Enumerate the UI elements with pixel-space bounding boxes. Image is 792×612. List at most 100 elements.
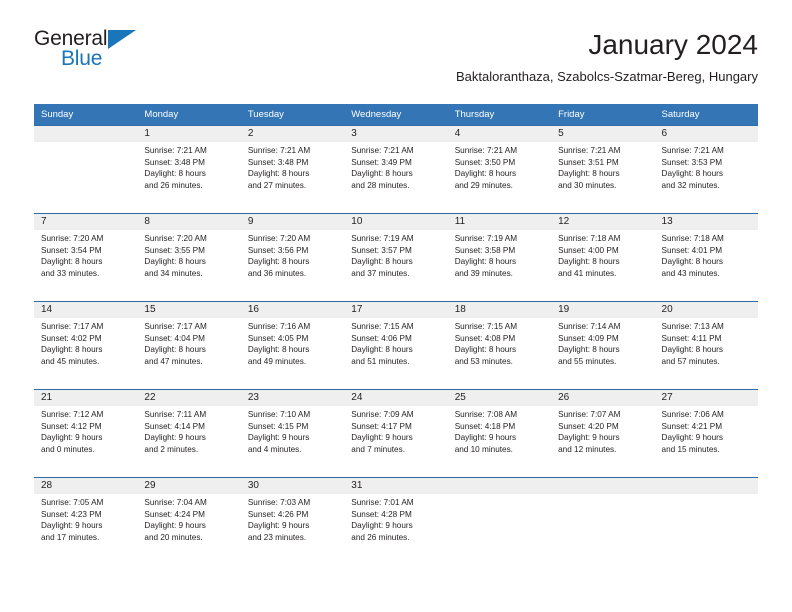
calendar-day-cell[interactable]: 23 Sunrise: 7:10 AM Sunset: 4:15 PM Dayligh… [240, 390, 345, 477]
day-detail-line: Daylight: 8 hours [661, 257, 723, 267]
calendar-day-cell[interactable]: 7 Sunrise: 7:20 AM Sunset: 3:54 PM Daylight… [34, 214, 138, 301]
day-detail-line: and 45 minutes. [41, 356, 100, 366]
day-details: Sunrise: 7:05 AM Sunset: 4:23 PM Daylight:… [34, 494, 137, 543]
day-detail-line: Daylight: 8 hours [351, 257, 413, 267]
day-detail-line: Daylight: 8 hours [247, 169, 310, 179]
calendar-day-cell[interactable]: 1 Sunrise: 7:21 AM Sunset: 3:48 PM Daylight… [137, 126, 241, 213]
day-detail-line: Sunrise: 7:21 AM [144, 146, 207, 155]
day-number: 25 [447, 390, 552, 406]
day-details: Sunrise: 7:17 AM Sunset: 4:04 PM Daylight:… [137, 318, 240, 367]
calendar-day-cell[interactable]: 16 Sunrise: 7:16 AM Sunset: 4:05 PM Dayligh… [240, 302, 345, 389]
day-detail-line: Sunset: 4:15 PM [247, 421, 309, 431]
day-detail-line: and 2 minutes. [144, 444, 199, 454]
calendar-day-cell[interactable]: 21 Sunrise: 7:12 AM Sunset: 4:12 PM Dayligh… [34, 390, 138, 477]
day-detail-line: and 39 minutes. [454, 268, 513, 278]
calendar-day-cell[interactable]: 29 Sunrise: 7:04 AM Sunset: 4:24 PM Dayligh… [137, 478, 241, 565]
day-detail-line: Daylight: 8 hours [41, 345, 103, 355]
calendar-day-cell[interactable]: 6 Sunrise: 7:21 AM Sunset: 3:53 PM Daylight… [654, 126, 758, 213]
calendar-grid: Sunday Monday Tuesday Wednesday Thursday Frid… [34, 104, 758, 565]
day-detail-line: Sunrise: 7:12 AM [41, 410, 104, 419]
calendar-day-cell[interactable]: 15 Sunrise: 7:17 AM Sunset: 4:04 PM Dayligh… [137, 302, 241, 389]
day-number: 26 [551, 390, 655, 406]
day-details: Sunrise: 7:01 AM Sunset: 4:28 PM Daylight:… [344, 494, 447, 543]
day-details: Sunrise: 7:20 AM Sunset: 3:55 PM Daylight:… [137, 230, 240, 279]
day-number: 7 [34, 214, 138, 230]
day-detail-line: Daylight: 8 hours [144, 257, 206, 267]
calendar-week-row: 14 Sunrise: 7:17 AM Sunset: 4:02 PM Dayligh… [34, 301, 758, 389]
day-details: Sunrise: 7:19 AM Sunset: 3:57 PM Daylight:… [344, 230, 447, 279]
calendar-day-cell[interactable]: 9 Sunrise: 7:20 AM Sunset: 3:56 PM Daylight… [240, 214, 345, 301]
calendar-day-cell[interactable]: 22 Sunrise: 7:11 AM Sunset: 4:14 PM Dayligh… [137, 390, 241, 477]
calendar-day-cell[interactable]: 24 Sunrise: 7:09 AM Sunset: 4:17 PM Dayligh… [344, 390, 448, 477]
calendar-day-cell[interactable]: 8 Sunrise: 7:20 AM Sunset: 3:55 PM Daylight… [137, 214, 241, 301]
logo-text-blue: Blue [61, 47, 103, 70]
calendar-day-cell[interactable]: 30 Sunrise: 7:03 AM Sunset: 4:26 PM Dayligh… [240, 478, 345, 565]
day-number: 21 [34, 390, 138, 406]
day-detail-line: Sunset: 3:53 PM [661, 157, 723, 167]
day-detail-line: and 4 minutes. [247, 444, 302, 454]
calendar-weekday-header-row: Sunday Monday Tuesday Wednesday Thursday Frid… [34, 104, 758, 125]
day-detail-line: Sunset: 4:04 PM [144, 333, 205, 343]
day-detail-line: and 57 minutes. [661, 356, 720, 366]
day-number: 8 [137, 214, 241, 230]
calendar-day-cell[interactable]: 2 Sunrise: 7:21 AM Sunset: 3:48 PM Daylight… [240, 126, 345, 213]
weekday-header-saturday: Saturday [661, 109, 700, 120]
calendar-day-cell[interactable]: 25 Sunrise: 7:08 AM Sunset: 4:18 PM Dayligh… [447, 390, 552, 477]
calendar-day-cell[interactable]: 28 Sunrise: 7:05 AM Sunset: 4:23 PM Dayligh… [34, 478, 138, 565]
calendar-day-cell[interactable]: 14 Sunrise: 7:17 AM Sunset: 4:02 PM Dayligh… [34, 302, 138, 389]
calendar-day-cell[interactable]: 11 Sunrise: 7:19 AM Sunset: 3:58 PM Dayligh… [447, 214, 552, 301]
page-title: January 2024 [588, 29, 758, 60]
day-number: 18 [447, 302, 552, 318]
day-detail-line: Daylight: 8 hours [661, 169, 723, 179]
day-number: 20 [654, 302, 758, 318]
calendar-day-cell[interactable]: 3 Sunrise: 7:21 AM Sunset: 3:49 PM Daylight… [344, 126, 448, 213]
calendar-day-cell[interactable]: 26 Sunrise: 7:07 AM Sunset: 4:20 PM Dayligh… [551, 390, 655, 477]
day-details: Sunrise: 7:18 AM Sunset: 4:00 PM Daylight:… [551, 230, 654, 279]
calendar-day-cell[interactable]: 13 Sunrise: 7:18 AM Sunset: 4:01 PM Dayligh… [654, 214, 758, 301]
calendar-day-cell[interactable]: 20 Sunrise: 7:13 AM Sunset: 4:11 PM Dayligh… [654, 302, 758, 389]
calendar-day-cell[interactable]: 10 Sunrise: 7:19 AM Sunset: 3:57 PM Dayligh… [344, 214, 448, 301]
day-details: Sunrise: 7:11 AM Sunset: 4:14 PM Daylight:… [137, 406, 240, 455]
day-number: 28 [34, 478, 138, 494]
day-detail-line: Sunrise: 7:17 AM [41, 322, 104, 331]
calendar-day-cell[interactable]: 17 Sunrise: 7:15 AM Sunset: 4:06 PM Dayligh… [344, 302, 448, 389]
day-details: Sunrise: 7:18 AM Sunset: 4:01 PM Daylight:… [655, 230, 758, 279]
day-detail-line: Sunset: 3:56 PM [247, 245, 309, 255]
day-detail-line: Sunset: 4:06 PM [351, 333, 412, 343]
day-number: 9 [240, 214, 345, 230]
day-detail-line: and 30 minutes. [558, 180, 617, 190]
day-number: 10 [344, 214, 448, 230]
day-detail-line: and 10 minutes. [454, 444, 513, 454]
day-number: 29 [137, 478, 241, 494]
day-detail-line: Sunrise: 7:14 AM [558, 322, 621, 331]
weekday-header-wednesday: Wednesday [351, 109, 402, 120]
day-details: Sunrise: 7:21 AM Sunset: 3:49 PM Daylight:… [344, 142, 447, 191]
calendar-day-cell[interactable]: 4 Sunrise: 7:21 AM Sunset: 3:50 PM Daylight… [447, 126, 552, 213]
day-detail-line: Sunset: 3:50 PM [454, 157, 516, 167]
day-detail-line: Sunset: 4:21 PM [661, 421, 723, 431]
day-detail-line: Sunrise: 7:21 AM [351, 146, 414, 155]
calendar-day-cell[interactable]: 27 Sunrise: 7:06 AM Sunset: 4:21 PM Dayligh… [654, 390, 758, 477]
day-number: 23 [240, 390, 345, 406]
day-detail-line: Daylight: 9 hours [247, 433, 310, 443]
calendar-day-cell[interactable]: 31 Sunrise: 7:01 AM Sunset: 4:28 PM Dayligh… [344, 478, 448, 565]
day-detail-line: Sunrise: 7:18 AM [661, 234, 724, 243]
day-detail-line: Sunset: 4:28 PM [351, 509, 412, 519]
calendar-day-cell[interactable]: 5 Sunrise: 7:21 AM Sunset: 3:51 PM Daylight… [551, 126, 655, 213]
day-detail-line: Daylight: 8 hours [454, 345, 517, 355]
calendar-day-cell[interactable]: 19 Sunrise: 7:14 AM Sunset: 4:09 PM Dayligh… [551, 302, 655, 389]
calendar-day-cell[interactable]: 18 Sunrise: 7:15 AM Sunset: 4:08 PM Dayligh… [447, 302, 552, 389]
day-number: 27 [654, 390, 758, 406]
day-number [551, 478, 655, 494]
day-number: 12 [551, 214, 655, 230]
day-detail-line: and 43 minutes. [661, 268, 720, 278]
day-detail-line: Sunset: 4:14 PM [144, 421, 205, 431]
day-detail-line: Daylight: 8 hours [558, 169, 620, 179]
day-details: Sunrise: 7:17 AM Sunset: 4:02 PM Daylight:… [34, 318, 137, 367]
day-detail-line: Sunset: 4:17 PM [351, 421, 412, 431]
day-detail-line: Daylight: 9 hours [558, 433, 620, 443]
day-detail-line: and 55 minutes. [558, 356, 617, 366]
day-number: 6 [654, 126, 758, 142]
day-detail-line: Daylight: 8 hours [247, 257, 310, 267]
calendar-day-cell[interactable]: 12 Sunrise: 7:18 AM Sunset: 4:00 PM Dayligh… [551, 214, 655, 301]
